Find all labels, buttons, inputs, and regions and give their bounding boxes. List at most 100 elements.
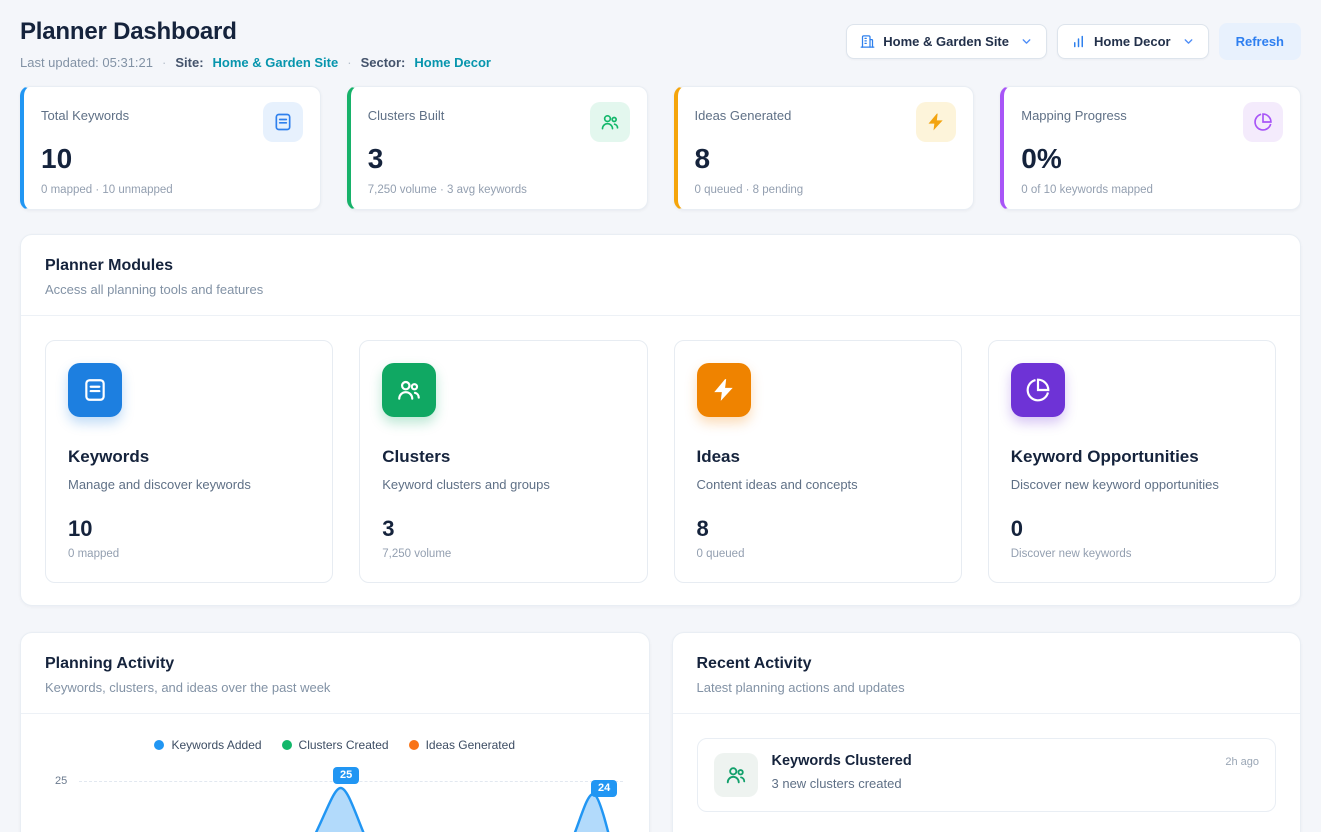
stat-label: Total Keywords xyxy=(41,102,129,123)
bottom-row: Planning Activity Keywords, clusters, an… xyxy=(20,632,1301,832)
stat-caption: 7,250 volume · 3 avg keywords xyxy=(368,184,630,196)
module-value: 0 xyxy=(1011,516,1253,542)
module-caption: Discover new keywords xyxy=(1011,548,1253,560)
page-title: Planner Dashboard xyxy=(20,18,491,46)
divider xyxy=(21,713,649,714)
module-title: Keyword Opportunities xyxy=(1011,447,1253,467)
chevron-down-icon xyxy=(1020,35,1033,48)
legend-item-keywords-added: Keywords Added xyxy=(154,738,261,752)
users-icon xyxy=(714,753,758,797)
sector-selector-label: Home Decor xyxy=(1094,34,1171,49)
legend-dot-orange xyxy=(409,740,419,750)
legend-item-ideas-generated: Ideas Generated xyxy=(409,738,515,752)
module-card-ideas[interactable]: Ideas Content ideas and concepts 8 0 que… xyxy=(674,340,962,583)
modules-grid: Keywords Manage and discover keywords 10… xyxy=(45,340,1276,583)
stat-value: 10 xyxy=(41,143,303,175)
last-updated-text: Last updated: 05:31:21 xyxy=(20,55,153,70)
stat-value: 0% xyxy=(1021,143,1283,175)
planning-activity-subtitle: Keywords, clusters, and ideas over the p… xyxy=(45,680,625,695)
stat-caption: 0 queued · 8 pending xyxy=(695,184,957,196)
users-icon xyxy=(382,363,436,417)
legend-dot-blue xyxy=(154,740,164,750)
module-title: Clusters xyxy=(382,447,624,467)
site-selector-label: Home & Garden Site xyxy=(883,34,1009,49)
recent-activity-subtitle: Latest planning actions and updates xyxy=(697,680,1277,695)
stat-card-total-keywords: Total Keywords 10 0 mapped · 10 unmapped xyxy=(20,86,321,210)
site-label: Site: xyxy=(175,55,203,70)
module-value: 8 xyxy=(697,516,939,542)
module-caption: 0 queued xyxy=(697,548,939,560)
legend-item-clusters-created: Clusters Created xyxy=(282,738,389,752)
document-icon xyxy=(68,363,122,417)
stat-card-mapping-progress: Mapping Progress 0% 0 of 10 keywords map… xyxy=(1000,86,1301,210)
activity-body: Keywords Clustered 3 new clusters create… xyxy=(772,753,1212,791)
module-caption: 7,250 volume xyxy=(382,548,624,560)
header-meta: Last updated: 05:31:21 · Site: Home & Ga… xyxy=(20,55,491,70)
legend-label: Clusters Created xyxy=(299,738,389,752)
divider xyxy=(21,315,1300,316)
document-icon xyxy=(263,102,303,142)
sector-selector[interactable]: Home Decor xyxy=(1057,24,1209,59)
module-value: 10 xyxy=(68,516,310,542)
planner-modules-panel: Planner Modules Access all planning tool… xyxy=(20,234,1301,606)
module-description: Discover new keyword opportunities xyxy=(1011,477,1253,492)
lightning-icon xyxy=(697,363,751,417)
modules-subtitle: Access all planning tools and features xyxy=(45,282,1276,297)
stat-caption: 0 mapped · 10 unmapped xyxy=(41,184,303,196)
module-description: Content ideas and concepts xyxy=(697,477,939,492)
module-caption: 0 mapped xyxy=(68,548,310,560)
stat-value: 3 xyxy=(368,143,630,175)
meta-separator: · xyxy=(347,55,351,70)
pie-chart-icon xyxy=(1011,363,1065,417)
page-header: Planner Dashboard Last updated: 05:31:21… xyxy=(20,18,1301,70)
module-title: Keywords xyxy=(68,447,310,467)
activity-description: 3 new clusters created xyxy=(772,776,1212,791)
module-card-keywords[interactable]: Keywords Manage and discover keywords 10… xyxy=(45,340,333,583)
lightning-icon xyxy=(916,102,956,142)
legend-dot-green xyxy=(282,740,292,750)
module-card-keyword-opportunities[interactable]: Keyword Opportunities Discover new keywo… xyxy=(988,340,1276,583)
sector-label: Sector: xyxy=(361,55,406,70)
planning-activity-title: Planning Activity xyxy=(45,655,625,673)
stats-row: Total Keywords 10 0 mapped · 10 unmapped… xyxy=(20,86,1301,210)
building-icon xyxy=(860,34,875,49)
modules-title: Planner Modules xyxy=(45,257,1276,275)
legend-label: Ideas Generated xyxy=(426,738,515,752)
chart-legend: Keywords Added Clusters Created Ideas Ge… xyxy=(45,738,625,752)
stat-card-clusters-built: Clusters Built 3 7,250 volume · 3 avg ke… xyxy=(347,86,648,210)
legend-label: Keywords Added xyxy=(171,738,261,752)
recent-activity-title: Recent Activity xyxy=(697,655,1277,673)
refresh-button[interactable]: Refresh xyxy=(1219,23,1301,60)
module-description: Manage and discover keywords xyxy=(68,477,310,492)
meta-separator: · xyxy=(162,55,166,70)
stat-label: Clusters Built xyxy=(368,102,445,123)
header-left: Planner Dashboard Last updated: 05:31:21… xyxy=(20,18,491,70)
planning-activity-panel: Planning Activity Keywords, clusters, an… xyxy=(20,632,650,832)
stat-value: 8 xyxy=(695,143,957,175)
data-point-label: 25 xyxy=(333,767,359,784)
pie-chart-icon xyxy=(1243,102,1283,142)
chevron-down-icon xyxy=(1182,35,1195,48)
module-title: Ideas xyxy=(697,447,939,467)
module-description: Keyword clusters and groups xyxy=(382,477,624,492)
data-point-label: 24 xyxy=(591,780,617,797)
site-link[interactable]: Home & Garden Site xyxy=(213,55,339,70)
module-value: 3 xyxy=(382,516,624,542)
module-card-clusters[interactable]: Clusters Keyword clusters and groups 3 7… xyxy=(359,340,647,583)
divider xyxy=(673,713,1301,714)
site-selector[interactable]: Home & Garden Site xyxy=(846,24,1047,59)
header-controls: Home & Garden Site Home Decor Refresh xyxy=(846,23,1301,60)
activity-title: Keywords Clustered xyxy=(772,753,1212,769)
recent-activity-panel: Recent Activity Latest planning actions … xyxy=(672,632,1302,832)
users-icon xyxy=(590,102,630,142)
bar-chart-icon xyxy=(1071,34,1086,49)
stat-label: Ideas Generated xyxy=(695,102,792,123)
activity-item-keywords-clustered[interactable]: Keywords Clustered 3 new clusters create… xyxy=(697,738,1277,812)
activity-timestamp: 2h ago xyxy=(1225,753,1259,768)
stat-card-ideas-generated: Ideas Generated 8 0 queued · 8 pending xyxy=(674,86,975,210)
planning-activity-chart: 25 25 24 xyxy=(45,764,625,832)
sector-link[interactable]: Home Decor xyxy=(414,55,491,70)
stat-caption: 0 of 10 keywords mapped xyxy=(1021,184,1283,196)
stat-label: Mapping Progress xyxy=(1021,102,1127,123)
planner-dashboard-page: Planner Dashboard Last updated: 05:31:21… xyxy=(0,0,1321,832)
